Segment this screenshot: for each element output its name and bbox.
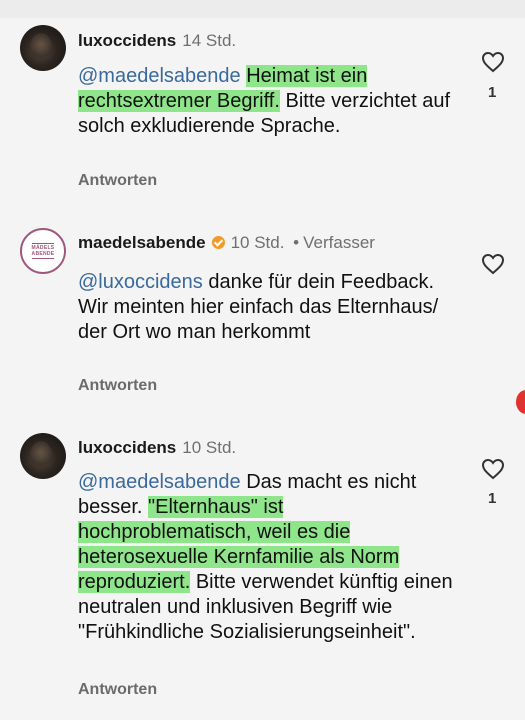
username[interactable]: luxoccidens (78, 438, 176, 457)
timestamp: 10 Std. (182, 438, 237, 457)
reply-button[interactable]: Antworten (78, 681, 157, 699)
top-bar (0, 0, 525, 18)
timestamp: 14 Std. (182, 31, 237, 50)
reply-button[interactable]: Antworten (78, 172, 157, 190)
comment-text: @luxoccidens danke für dein Feedback. Wi… (78, 270, 458, 345)
verified-badge-icon (211, 236, 225, 249)
separator: • (293, 233, 300, 252)
comment-text: @maedelsabende Das macht es nicht besser… (78, 470, 458, 645)
notification-dot (516, 390, 525, 414)
avatar[interactable] (20, 433, 66, 479)
logo-rule (32, 243, 54, 244)
mention-link[interactable]: @luxoccidens (78, 271, 203, 293)
comment-header: luxoccidens 14 Std. (78, 30, 236, 52)
avatar-logo-text: MÄDELS ABENDE (31, 245, 55, 257)
timestamp: 10 Std. (230, 233, 285, 252)
author-tag: Verfasser (303, 233, 375, 252)
heart-icon[interactable] (481, 458, 505, 480)
username[interactable]: maedelsabende (78, 233, 206, 252)
comment-header: maedelsabende 10 Std. • Verfasser (78, 232, 375, 254)
username[interactable]: luxoccidens (78, 31, 176, 50)
avatar[interactable]: MÄDELS ABENDE (20, 228, 66, 274)
like-count: 1 (488, 490, 497, 507)
logo-rule (32, 258, 54, 259)
comment-header: luxoccidens 10 Std. (78, 437, 236, 459)
comment-text: @maedelsabende Heimat ist ein rechtsextr… (78, 64, 458, 139)
like-count: 1 (488, 84, 497, 101)
mention-link[interactable]: @maedelsabende (78, 65, 241, 87)
mention-link[interactable]: @maedelsabende (78, 471, 241, 493)
avatar[interactable] (20, 25, 66, 71)
heart-icon[interactable] (481, 51, 505, 73)
reply-button[interactable]: Antworten (78, 377, 157, 395)
heart-icon[interactable] (481, 253, 505, 275)
